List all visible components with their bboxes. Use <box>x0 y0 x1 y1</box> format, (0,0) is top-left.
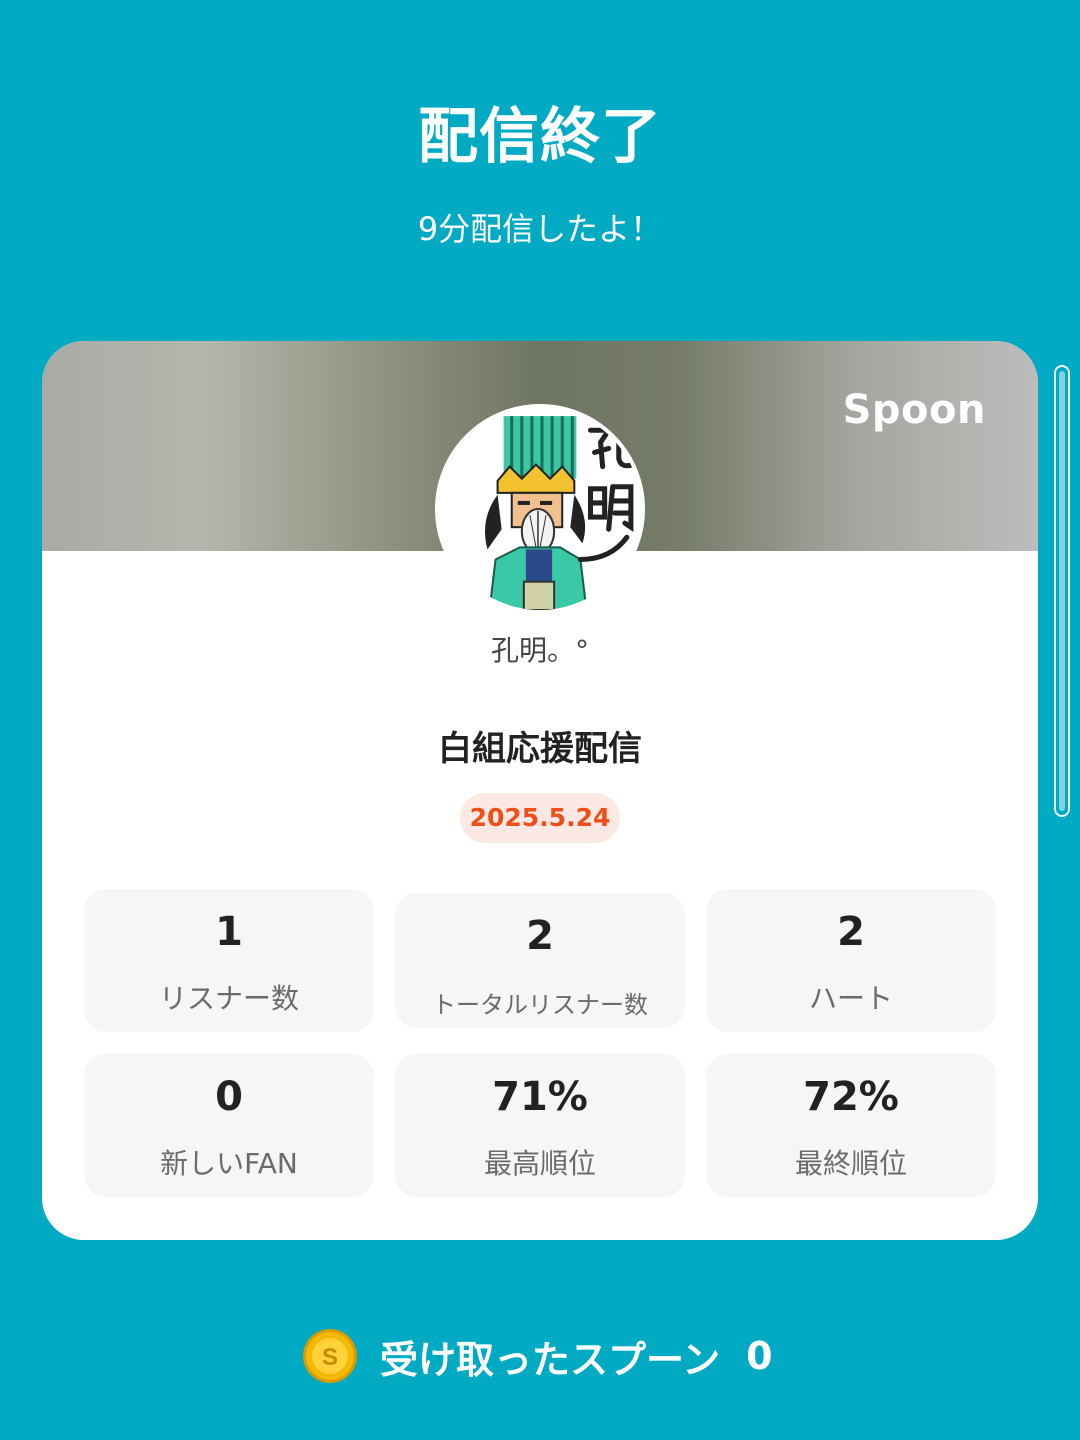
svg-text:S: S <box>322 1344 338 1371</box>
stat-final-rank: 72% 最終順位 <box>706 1054 996 1197</box>
received-spoons-row: S 受け取ったスプーン 0 <box>302 1326 773 1386</box>
stat-listeners: 1 リスナー数 <box>84 889 374 1032</box>
stream-duration-text: 9分配信したよ！ <box>417 210 663 248</box>
stat-label: ハート <box>808 982 893 1015</box>
stat-label: リスナー数 <box>158 982 299 1015</box>
stat-value: 2 <box>526 913 554 959</box>
stat-highest-rank: 71% 最高順位 <box>395 1054 685 1197</box>
spoon-coin-icon: S <box>303 1329 357 1383</box>
stat-total-listeners: 2 トータルリスナー数 <box>395 893 685 1028</box>
stat-value: 72% <box>803 1074 899 1120</box>
received-spoons-count: 0 <box>746 1334 773 1378</box>
scrollbar[interactable] <box>1054 365 1070 817</box>
avatar-illustration <box>439 408 641 610</box>
broadcast-summary-card: Spoon 孔明。° 白組応援配信 2025.5.24 1 リスナー数 2 トー… <box>42 341 1038 1240</box>
stat-label: 最終順位 <box>794 1147 907 1180</box>
stat-label: トータルリスナー数 <box>432 991 648 1019</box>
spoon-logo: Spoon <box>842 387 986 433</box>
stat-new-fans: 0 新しいFAN <box>84 1054 374 1197</box>
user-avatar-icon[interactable] <box>435 404 645 614</box>
date-badge: 2025.5.24 <box>460 793 620 843</box>
stat-value: 2 <box>837 909 865 955</box>
username: 孔明。° <box>490 634 589 667</box>
stat-label: 新しいFAN <box>160 1147 298 1180</box>
scrollbar-thumb[interactable] <box>1059 371 1065 811</box>
page-title: 配信終了 <box>418 102 662 172</box>
stat-value: 1 <box>215 909 243 955</box>
stat-value: 0 <box>215 1074 243 1120</box>
received-spoons-label: 受け取ったスプーン <box>380 1337 721 1382</box>
stream-title: 白組応援配信 <box>438 729 642 769</box>
stat-label: 最高順位 <box>483 1147 596 1180</box>
stat-hearts: 2 ハート <box>706 889 996 1032</box>
stat-value: 71% <box>492 1074 588 1120</box>
